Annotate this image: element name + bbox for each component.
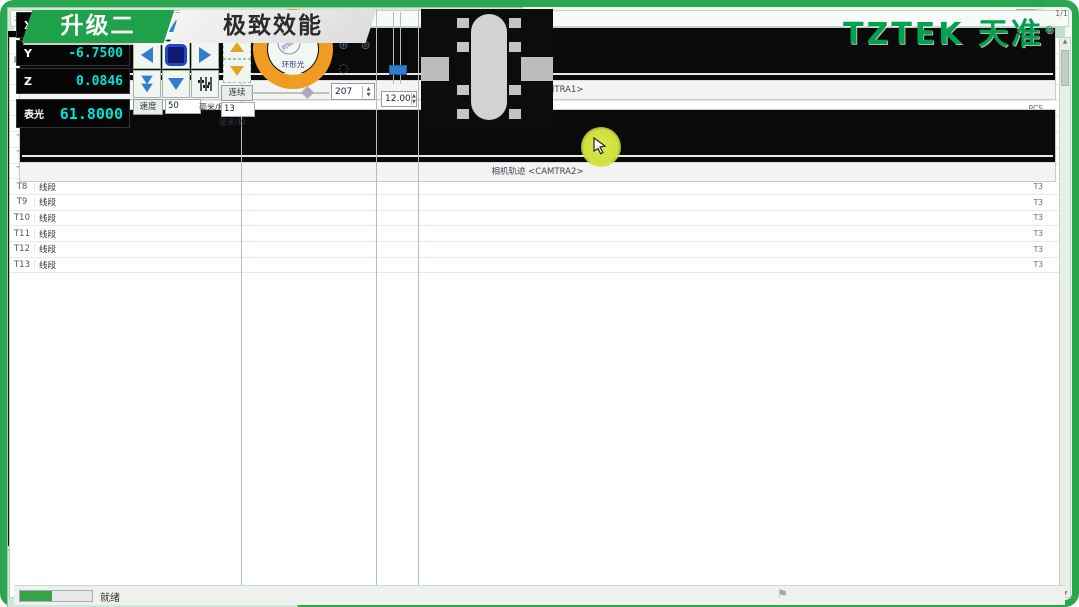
app-window: 倍率: 2 ▾ bbox=[0, 0, 1079, 607]
ring-light-label: 环形光 bbox=[282, 59, 305, 69]
exposure-spinner[interactable]: 12.00 ▲▼ bbox=[381, 91, 417, 107]
up-icon bbox=[230, 42, 244, 52]
status-bar: 就绪 ⚑ bbox=[14, 585, 1065, 605]
jog-down-fast-button[interactable] bbox=[133, 70, 161, 98]
jog-left-button[interactable] bbox=[133, 41, 161, 69]
speed-button[interactable]: 速度 bbox=[133, 99, 163, 115]
sliders-icon bbox=[198, 77, 212, 91]
status-text: 就绪 bbox=[100, 589, 120, 604]
jog-stop-button[interactable] bbox=[162, 41, 190, 69]
template-preview bbox=[421, 9, 553, 128]
step-unit: 毫米/秒 bbox=[219, 117, 246, 128]
back-light-icon[interactable]: ◌ bbox=[334, 58, 353, 77]
list-item[interactable]: T13线段T3 bbox=[10, 258, 1059, 274]
spinner-arrows[interactable]: ▲▼ bbox=[411, 93, 416, 105]
list-item[interactable]: T10线段T3 bbox=[10, 211, 1059, 227]
speed-input[interactable]: 50 bbox=[165, 99, 201, 114]
axis-config-button[interactable] bbox=[191, 70, 219, 98]
down-icon bbox=[168, 78, 184, 90]
brightness-slider[interactable] bbox=[251, 92, 329, 94]
list-item[interactable]: T9线段T3 bbox=[10, 195, 1059, 211]
list-item[interactable]: T11线段T3 bbox=[10, 226, 1059, 242]
page-indicator: 1/1 bbox=[1055, 9, 1068, 18]
exposure-slider[interactable] bbox=[389, 65, 407, 75]
jog-right-button[interactable] bbox=[191, 41, 219, 69]
z-readout: Z0.0846 bbox=[16, 68, 130, 94]
step-input[interactable]: 13 bbox=[221, 102, 255, 117]
spinner-arrows[interactable]: ▲▼ bbox=[362, 86, 374, 98]
left-icon bbox=[141, 47, 153, 63]
flag-icon: ⚑ bbox=[777, 587, 788, 601]
surface-light-readout: 表光61.8000 bbox=[16, 99, 130, 128]
right-icon bbox=[199, 47, 211, 63]
promo-badge-secondary: 极致效能 bbox=[170, 10, 377, 43]
window-frame: 倍率: 2 ▾ bbox=[0, 0, 1079, 607]
promo-badge-primary: 升级二 bbox=[22, 10, 175, 43]
y-readout: Y-6.7500 bbox=[16, 40, 130, 66]
stop-icon bbox=[165, 44, 187, 66]
list-item[interactable]: T12线段T3 bbox=[10, 242, 1059, 258]
brand-logo: TZTEK 天准® bbox=[843, 9, 1054, 53]
list-scrollbar[interactable]: ▲ ▼ bbox=[1059, 37, 1071, 598]
jog-down-button[interactable] bbox=[162, 70, 190, 98]
progress-bar bbox=[19, 590, 93, 602]
brightness-spinner[interactable]: 207 ▲▼ bbox=[331, 83, 375, 100]
down-icon bbox=[230, 66, 244, 76]
mouse-cursor bbox=[581, 127, 621, 167]
camtra2-label: 相机轨迹 <CAMTRA2> bbox=[20, 162, 1055, 181]
